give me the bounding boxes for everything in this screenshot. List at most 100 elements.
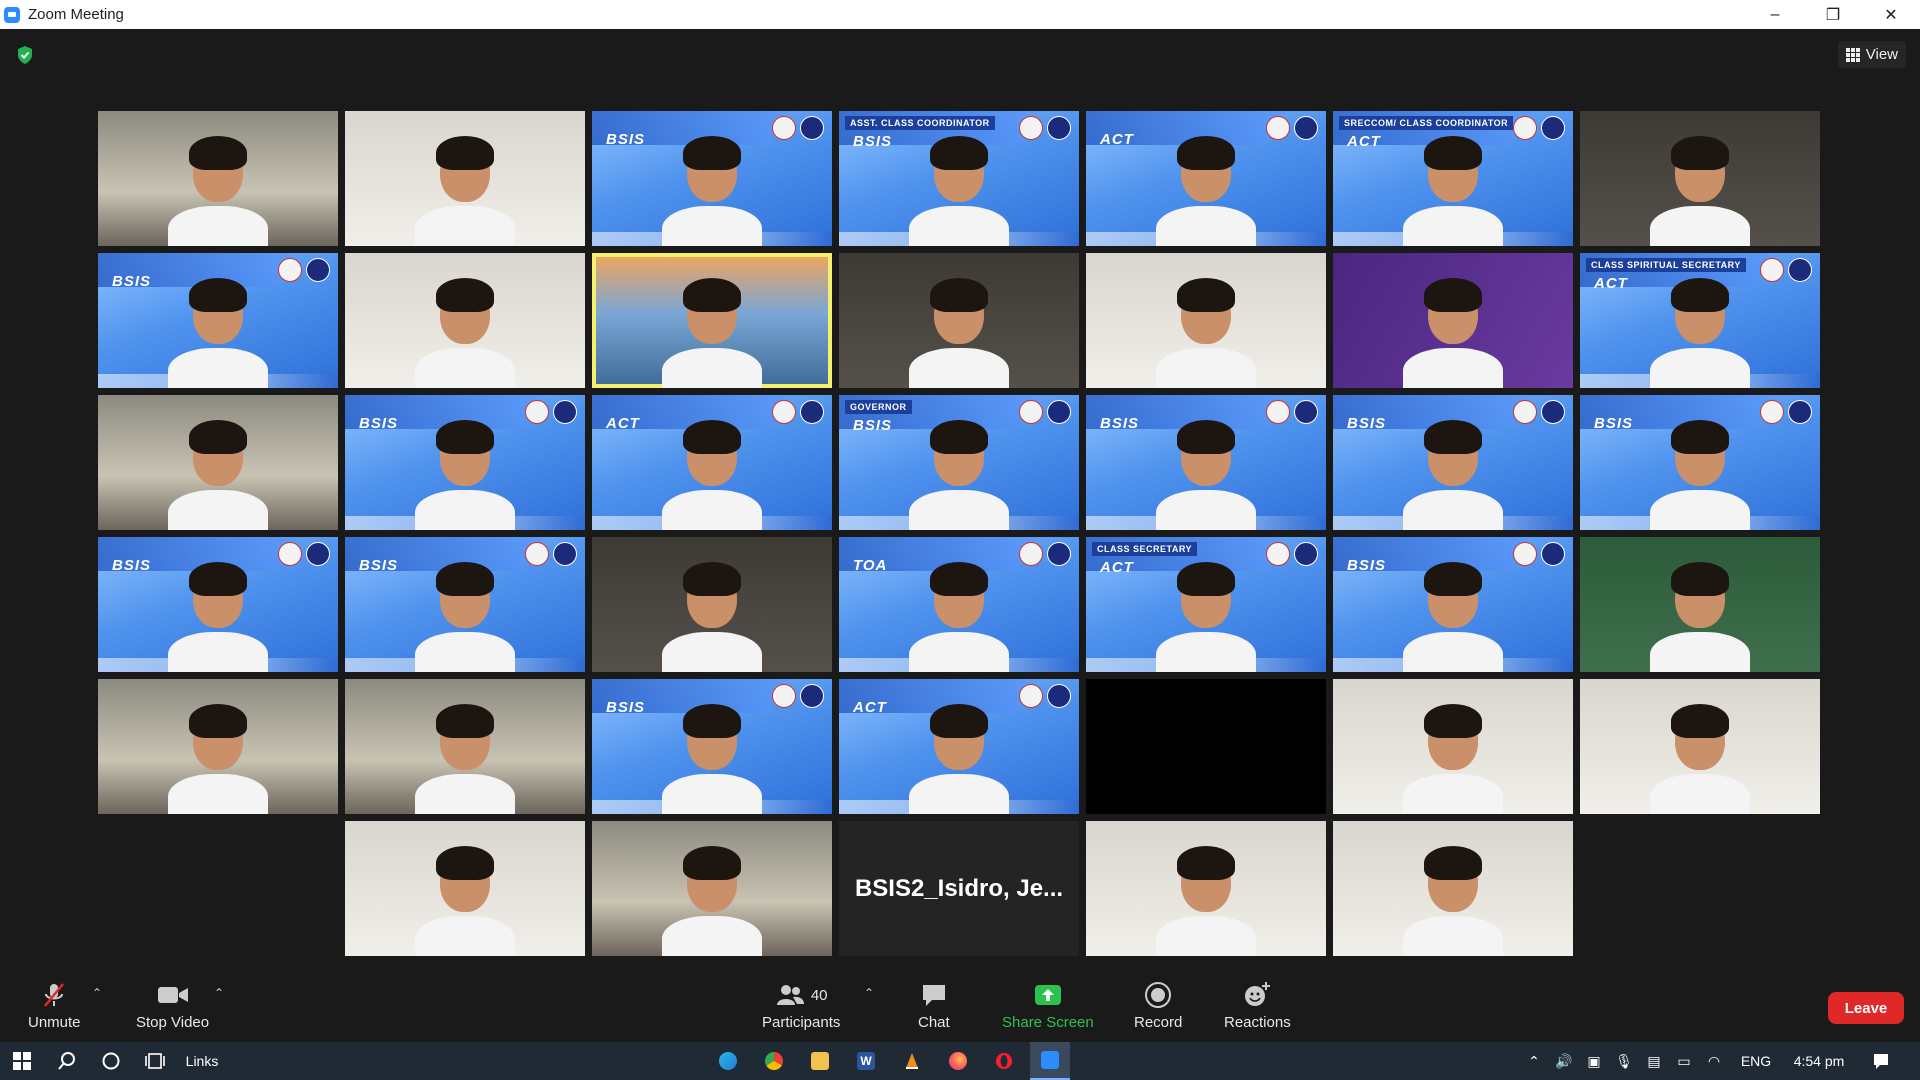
- participant-video-tile[interactable]: BSIS: [98, 537, 338, 672]
- participant-video-tile[interactable]: BSIS2_Isidro, Je...: [839, 821, 1079, 956]
- school-seal-icon: [1266, 116, 1290, 140]
- audio-options-caret[interactable]: ⌃: [92, 986, 102, 1000]
- minimize-button[interactable]: –: [1746, 0, 1804, 29]
- network-monitor-icon[interactable]: ▤: [1642, 1042, 1666, 1080]
- system-clock[interactable]: 4:54 pm: [1784, 1042, 1854, 1080]
- participant-video-tile[interactable]: [592, 537, 832, 672]
- view-label: View: [1865, 46, 1898, 63]
- word-icon[interactable]: W: [846, 1042, 886, 1080]
- participant-video-tile[interactable]: ACT: [839, 679, 1079, 814]
- unmute-button[interactable]: Unmute: [28, 980, 81, 1031]
- participant-video: [1151, 270, 1261, 388]
- participant-video-tile[interactable]: BSIS: [1333, 537, 1573, 672]
- participant-video-tile[interactable]: BSIS: [592, 111, 832, 246]
- participant-video-tile[interactable]: [1086, 253, 1326, 388]
- participant-video-tile[interactable]: [1333, 679, 1573, 814]
- participant-video-tile[interactable]: [1086, 679, 1326, 814]
- reactions-button[interactable]: Reactions: [1224, 980, 1291, 1031]
- close-button[interactable]: ✕: [1862, 0, 1920, 29]
- participant-video-tile[interactable]: CLASS SECRETARY ACT: [1086, 537, 1326, 672]
- school-logos: [772, 400, 824, 424]
- officer-role-badge: CLASS SPIRITUAL SECRETARY: [1586, 258, 1746, 272]
- leave-button[interactable]: Leave: [1828, 992, 1904, 1024]
- shield-icon[interactable]: [16, 45, 34, 65]
- participant-video-tile[interactable]: SRECCOM/ CLASS COORDINATOR ACT: [1333, 111, 1573, 246]
- participant-video: [1398, 554, 1508, 672]
- course-tag: BSIS: [853, 133, 893, 150]
- participant-video-tile[interactable]: BSIS: [345, 395, 585, 530]
- participant-video-tile[interactable]: GOVERNOR BSIS: [839, 395, 1079, 530]
- participant-video-tile[interactable]: BSIS: [592, 679, 832, 814]
- share-screen-label: Share Screen: [1002, 1014, 1094, 1031]
- windows-start-icon[interactable]: [8, 1042, 36, 1080]
- participant-video-tile[interactable]: BSIS: [1086, 395, 1326, 530]
- firefox-browser-icon[interactable]: [938, 1042, 978, 1080]
- department-logo-icon: [1541, 116, 1565, 140]
- show-hidden-icons-chevron-icon[interactable]: ⌃: [1522, 1042, 1546, 1080]
- speaker-volume-icon[interactable]: 🔊: [1552, 1042, 1576, 1080]
- participant-video-tile[interactable]: TOA: [839, 537, 1079, 672]
- participant-video-tile[interactable]: [98, 395, 338, 530]
- links-toolbar[interactable]: Links: [182, 1042, 222, 1080]
- participant-video-tile[interactable]: CLASS SPIRITUAL SECRETARY ACT: [1580, 253, 1820, 388]
- participant-video-tile[interactable]: [592, 253, 832, 388]
- participant-video: [410, 412, 520, 530]
- participant-video-tile[interactable]: [345, 253, 585, 388]
- chrome-browser-icon[interactable]: [754, 1042, 794, 1080]
- microphone-tray-icon[interactable]: 🎙: [1612, 1042, 1636, 1080]
- share-screen-button[interactable]: Share Screen: [1002, 980, 1094, 1031]
- school-logos: [1513, 116, 1565, 140]
- cortana-icon[interactable]: [96, 1042, 126, 1080]
- school-seal-icon: [1019, 542, 1043, 566]
- participant-video-tile[interactable]: ACT: [592, 395, 832, 530]
- participant-video-tile[interactable]: BSIS: [98, 253, 338, 388]
- participant-video-tile[interactable]: [1580, 111, 1820, 246]
- vlc-player-icon[interactable]: [892, 1042, 932, 1080]
- wifi-icon[interactable]: ◠: [1702, 1042, 1726, 1080]
- participant-video-tile[interactable]: [98, 679, 338, 814]
- opera-browser-icon[interactable]: [984, 1042, 1024, 1080]
- department-logo-icon: [800, 684, 824, 708]
- battery-icon[interactable]: ▭: [1672, 1042, 1696, 1080]
- stop-video-button[interactable]: Stop Video: [136, 980, 209, 1031]
- participant-video-tile[interactable]: [345, 111, 585, 246]
- file-explorer-icon[interactable]: [800, 1042, 840, 1080]
- school-seal-icon: [1513, 116, 1537, 140]
- edge-browser-icon[interactable]: [708, 1042, 748, 1080]
- participant-video: [1151, 554, 1261, 672]
- participant-video-tile[interactable]: BSIS: [1580, 395, 1820, 530]
- participant-video-tile[interactable]: ASST. CLASS COORDINATOR BSIS: [839, 111, 1079, 246]
- participant-video-tile[interactable]: ACT: [1086, 111, 1326, 246]
- zoom-taskbar-icon[interactable]: [1030, 1042, 1070, 1080]
- record-button[interactable]: Record: [1134, 980, 1182, 1031]
- device-icon[interactable]: ▣: [1582, 1042, 1606, 1080]
- participant-video-tile[interactable]: BSIS: [345, 537, 585, 672]
- participant-video-tile[interactable]: [1086, 821, 1326, 956]
- participants-button[interactable]: 40 Participants: [762, 980, 840, 1031]
- participant-video-tile[interactable]: [592, 821, 832, 956]
- restore-button[interactable]: ❐: [1804, 0, 1862, 29]
- participant-video-tile[interactable]: [345, 679, 585, 814]
- participant-video: [904, 554, 1014, 672]
- course-tag: BSIS: [606, 699, 646, 716]
- participant-video-tile[interactable]: [1580, 679, 1820, 814]
- input-language[interactable]: ENG: [1738, 1042, 1774, 1080]
- participant-video-tile[interactable]: [345, 821, 585, 956]
- video-options-caret[interactable]: ⌃: [214, 986, 224, 1000]
- participant-video-tile[interactable]: BSIS: [1333, 395, 1573, 530]
- task-view-icon[interactable]: [140, 1042, 170, 1080]
- participants-options-caret[interactable]: ⌃: [864, 986, 874, 1000]
- participant-video-tile[interactable]: [1580, 537, 1820, 672]
- zoom-app-icon: [4, 6, 20, 23]
- participant-video-tile[interactable]: [98, 111, 338, 246]
- participant-video-tile[interactable]: [1333, 253, 1573, 388]
- notifications-icon[interactable]: [1866, 1042, 1896, 1080]
- participant-video-tile[interactable]: [839, 253, 1079, 388]
- chat-button[interactable]: Chat: [918, 980, 950, 1031]
- school-logos: [1760, 258, 1812, 282]
- department-logo-icon: [1047, 542, 1071, 566]
- view-button[interactable]: View: [1837, 41, 1906, 68]
- participants-label: Participants: [762, 1014, 841, 1031]
- search-icon[interactable]: [52, 1042, 82, 1080]
- participant-video-tile[interactable]: [1333, 821, 1573, 956]
